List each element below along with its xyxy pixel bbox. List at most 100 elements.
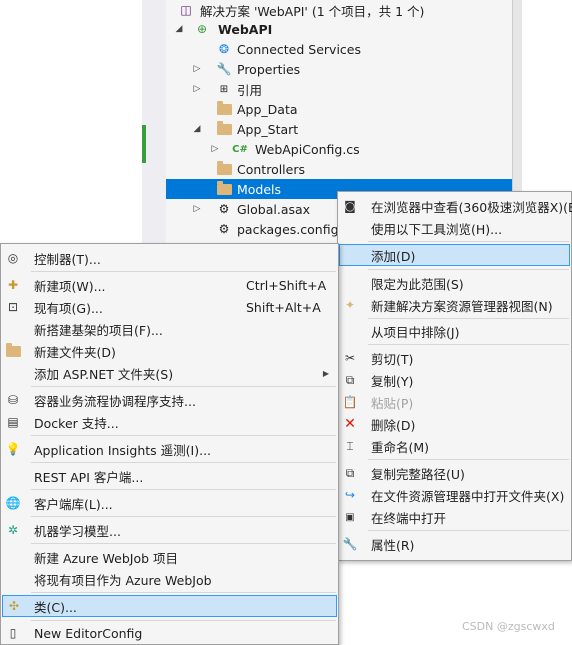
menu-item-label: 类(C)... (34, 599, 77, 615)
menu-new-explorer-view[interactable]: ✦ 新建解决方案资源管理器视图(N) (339, 294, 570, 316)
menu-separator (368, 241, 569, 242)
menu-item-label: 重命名(M) (371, 439, 430, 455)
menu-separator (31, 543, 336, 544)
submenu-container-orchestrator[interactable]: ⛁ 容器业务流程协调程序支持... (2, 389, 337, 411)
menu-item-label: 属性(R) (371, 537, 415, 553)
csharp-file-icon: C# (232, 143, 248, 155)
config-file-icon: ⚙ (218, 222, 230, 236)
menu-add[interactable]: 添加(D) (339, 244, 570, 266)
menu-separator (368, 530, 569, 531)
globe-icon: 🌐 (5, 496, 21, 510)
new-folder-icon (5, 342, 21, 359)
folder-icon (216, 100, 232, 117)
tree-item-label: packages.config (237, 221, 339, 237)
collapse-arrow-icon[interactable]: ▷ (210, 144, 220, 154)
rename-icon: ⌶ (346, 438, 354, 453)
menu-properties[interactable]: 🔧 属性(R) (339, 533, 570, 555)
tree-item-app-data[interactable]: App_Data (166, 99, 512, 119)
submenu-arrow-icon: ▶ (322, 368, 329, 378)
copy-icon: ⧉ (345, 372, 355, 387)
terminal-icon: ▣ (345, 511, 355, 523)
menu-separator (31, 620, 336, 621)
docker-icon: ▤ (7, 415, 19, 429)
submenu-new-editorconfig[interactable]: ▯ New EditorConfig (2, 622, 337, 644)
tree-item-label: Properties (237, 61, 301, 77)
menu-item-label: Docker 支持... (34, 415, 119, 431)
menu-scope-to-this[interactable]: 限定为此范围(S) (339, 272, 570, 294)
menu-separator (368, 344, 569, 345)
shortcut-label: Ctrl+Shift+A (246, 277, 327, 293)
tree-item-properties[interactable]: ▷ 🔧 Properties (166, 59, 512, 79)
menu-separator (31, 271, 336, 272)
menu-paste[interactable]: 📋 粘贴(P) (339, 391, 570, 413)
menu-delete[interactable]: ✕ 删除(D) (339, 413, 570, 435)
menu-item-label: 在浏览器中查看(360极速浏览器X)(B) (371, 199, 572, 215)
menu-open-in-explorer[interactable]: ↪ 在文件资源管理器中打开文件夹(X) (339, 484, 570, 506)
menu-item-label: 将现有项目作为 Azure WebJob (34, 572, 212, 588)
menu-separator (368, 459, 569, 460)
collapse-arrow-icon[interactable]: ▷ (192, 84, 202, 94)
menu-item-label: 新建文件夹(D) (34, 344, 116, 360)
menu-item-label: 新搭建基架的项目(F)... (34, 322, 163, 338)
class-icon: ✣ (8, 599, 20, 613)
collapse-arrow-icon[interactable]: ▷ (192, 64, 202, 74)
submenu-new-folder[interactable]: 新建文件夹(D) (2, 340, 337, 362)
tree-item-label: App_Start (237, 121, 299, 137)
project-label: WebAPI (218, 21, 273, 37)
menu-browse-with[interactable]: 使用以下工具浏览(H)... (339, 217, 570, 239)
watermark: CSDN @zgscwxd (462, 620, 555, 633)
submenu-existing-as-webjob[interactable]: 将现有项目作为 Azure WebJob (2, 568, 337, 590)
tree-item-references[interactable]: ▷ ⊞ 引用 (166, 79, 512, 99)
change-indicator (142, 125, 146, 163)
menu-cut[interactable]: ✂ 剪切(T) (339, 347, 570, 369)
collapse-arrow-icon[interactable]: ▷ (192, 204, 202, 214)
editor-margin (142, 0, 166, 245)
submenu-add-aspnet-folder[interactable]: 添加 ASP.NET 文件夹(S) ▶ (2, 362, 337, 384)
submenu-client-library[interactable]: 🌐 客户端库(L)... (2, 492, 337, 514)
delete-icon: ✕ (344, 416, 356, 432)
menu-separator (31, 489, 336, 490)
menu-separator (368, 269, 569, 270)
submenu-controller[interactable]: ◎ 控制器(T)... (2, 247, 337, 269)
tree-item-webapiconfig[interactable]: ▷ C# WebApiConfig.cs (166, 139, 512, 159)
menu-copy[interactable]: ⧉ 复制(Y) (339, 369, 570, 391)
add-submenu: ◎ 控制器(T)... ✚ 新建项(W)... Ctrl+Shift+A ⊡ 现… (0, 243, 339, 645)
menu-rename[interactable]: ⌶ 重命名(M) (339, 435, 570, 457)
menu-item-label: 从项目中排除(J) (371, 324, 460, 340)
scissors-icon: ✂ (344, 351, 356, 365)
menu-separator (368, 318, 569, 319)
submenu-rest-api-client[interactable]: REST API 客户端... (2, 465, 337, 487)
container-icon: ⛁ (7, 393, 19, 407)
menu-item-label: 在终端中打开 (371, 510, 447, 526)
tree-solution-row[interactable]: ◫ 解决方案 'WebAPI' (1 个项目，共 1 个) (166, 0, 512, 20)
open-folder-arrow-icon: ↪ (344, 488, 356, 502)
tree-item-label: Connected Services (237, 41, 361, 57)
menu-copy-full-path[interactable]: ⧉ 复制完整路径(U) (339, 462, 570, 484)
submenu-class[interactable]: ✣ 类(C)... (2, 595, 337, 617)
browser-icon: ◙ (344, 199, 356, 213)
submenu-new-item[interactable]: ✚ 新建项(W)... Ctrl+Shift+A (2, 274, 337, 296)
menu-item-label: REST API 客户端... (34, 469, 144, 485)
submenu-existing-item[interactable]: ⊡ 现有项(G)... Shift+Alt+A (2, 296, 337, 318)
menu-exclude-from-project[interactable]: 从项目中排除(J) (339, 320, 570, 342)
tree-item-app-start[interactable]: ◢ App_Start (166, 119, 512, 139)
menu-item-label: 新建 Azure WebJob 项目 (34, 550, 179, 566)
menu-item-label: Application Insights 遥测(I)... (34, 442, 212, 458)
menu-open-in-terminal[interactable]: ▣ 在终端中打开 (339, 506, 570, 528)
submenu-new-azure-webjob[interactable]: 新建 Azure WebJob 项目 (2, 546, 337, 568)
submenu-ml-model[interactable]: ✲ 机器学习模型... (2, 519, 337, 541)
expand-arrow-icon[interactable]: ◢ (174, 24, 184, 34)
submenu-application-insights[interactable]: 💡 Application Insights 遥测(I)... (2, 438, 337, 460)
tree-item-label: Global.asax (237, 201, 311, 217)
background-left (0, 0, 142, 245)
web-project-icon: ⊕ (196, 22, 208, 36)
tree-project-row[interactable]: ◢ ⊕ WebAPI (166, 19, 512, 39)
submenu-docker-support[interactable]: ▤ Docker 支持... (2, 411, 337, 433)
asax-file-icon: ⚙ (218, 202, 230, 216)
menu-item-label: 机器学习模型... (34, 523, 121, 539)
tree-item-connected-services[interactable]: ❂ Connected Services (166, 39, 512, 59)
menu-view-in-browser[interactable]: ◙ 在浏览器中查看(360极速浏览器X)(B) (339, 195, 572, 217)
expand-arrow-icon[interactable]: ◢ (192, 124, 202, 134)
submenu-new-scaffolded-item[interactable]: 新搭建基架的项目(F)... (2, 318, 337, 340)
tree-item-controllers[interactable]: Controllers (166, 159, 512, 179)
